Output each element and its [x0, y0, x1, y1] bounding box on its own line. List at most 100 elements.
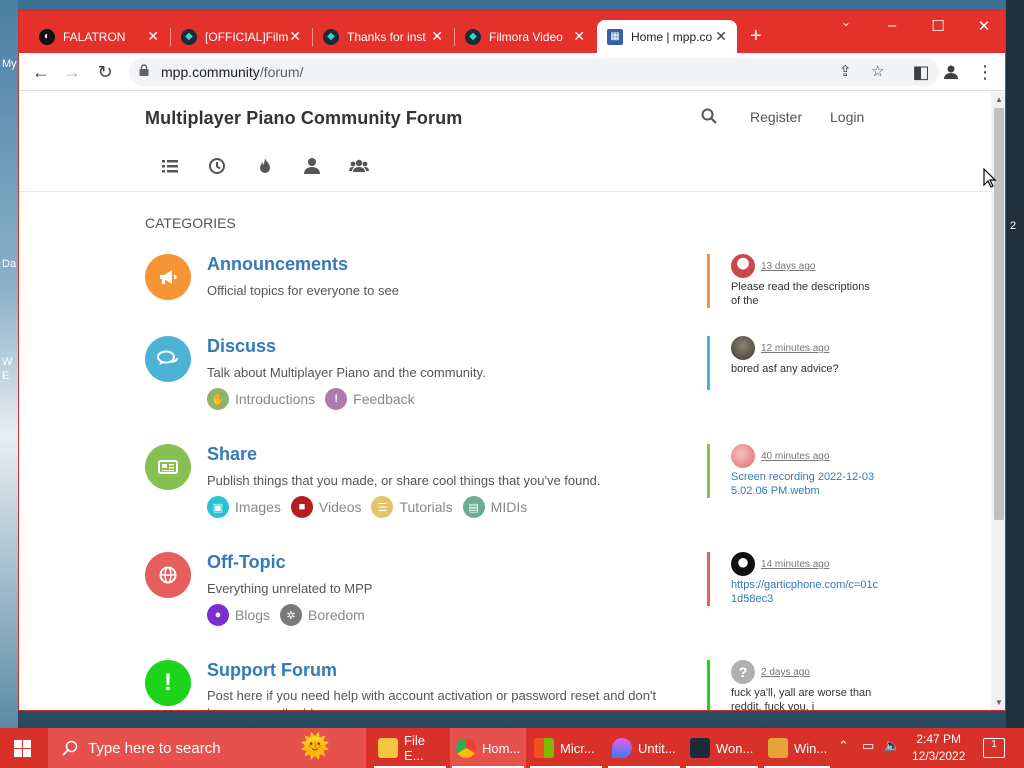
subcategory-tutorials[interactable]: ☰ Tutorials — [371, 496, 453, 518]
groups-icon[interactable] — [349, 156, 369, 176]
falatron-icon: ◐ — [39, 28, 55, 45]
taskbar-app-file-explorer[interactable]: File E... — [372, 728, 448, 768]
popular-fire-icon[interactable] — [255, 156, 275, 176]
teaser-time[interactable]: 12 minutes ago — [761, 343, 829, 354]
taskbar-app-chrome[interactable]: Hom... — [450, 728, 526, 768]
forum-page: Multiplayer Piano Community Forum Regist… — [19, 92, 991, 710]
tab-official-filmora[interactable]: ◆ [OFFICIAL]Film ✕ — [171, 20, 311, 53]
categories-list-icon[interactable] — [160, 156, 180, 176]
close-icon[interactable]: ✕ — [715, 28, 727, 45]
new-tab-button[interactable]: + — [750, 25, 762, 48]
desktop-label[interactable]: E — [2, 370, 9, 382]
reload-icon[interactable]: ↻ — [94, 61, 116, 83]
chevron-up-icon[interactable]: ⌃ — [838, 738, 849, 754]
category-description: Publish things that you made, or share c… — [207, 473, 601, 488]
address-bar[interactable]: mpp.community/forum/ ⇪ ☆ — [129, 58, 939, 86]
volume-icon[interactable]: 🔈 — [884, 738, 900, 754]
avatar[interactable] — [731, 336, 755, 360]
scroll-down-icon[interactable]: ▼ — [995, 698, 1003, 707]
desktop-label[interactable]: W — [2, 356, 12, 368]
forward-icon[interactable]: → — [61, 61, 83, 83]
users-icon[interactable] — [302, 156, 322, 176]
taskbar-app-windows-media[interactable]: Win... — [762, 728, 832, 768]
subcategory-boredom[interactable]: ✲ Boredom — [280, 604, 365, 626]
taskbar-search-placeholder: Type here to search — [88, 740, 221, 757]
teaser-time[interactable]: 13 days ago — [761, 261, 816, 272]
recent-clock-icon[interactable] — [207, 156, 227, 176]
subcategory-feedback[interactable]: ! Feedback — [325, 388, 415, 410]
mouse-cursor-icon — [983, 168, 997, 188]
comments-icon[interactable] — [145, 336, 191, 382]
sidebar-icon[interactable]: ◧ — [910, 61, 932, 83]
exclamation-icon[interactable]: ! — [145, 660, 191, 706]
tab-filmora-video[interactable]: ◆ Filmora Video ✕ — [455, 20, 595, 53]
hand-icon: ✋ — [207, 388, 229, 410]
login-link[interactable]: Login — [830, 109, 864, 125]
close-icon[interactable]: ✕ — [289, 28, 301, 45]
subcategory-introductions[interactable]: ✋ Introductions — [207, 388, 315, 410]
taskbar-app-wondershare[interactable]: Won... — [684, 728, 760, 768]
tab-thanks-for-install[interactable]: ◆ Thanks for inst ✕ — [313, 20, 453, 53]
site-title[interactable]: Multiplayer Piano Community Forum — [145, 108, 462, 129]
star-icon[interactable]: ☆ — [871, 62, 884, 80]
tab-falatron[interactable]: ◐ FALATRON ✕ — [29, 20, 169, 53]
taskbar-app-microsoft-store[interactable]: Micr... — [528, 728, 604, 768]
globe-icon[interactable] — [145, 552, 191, 598]
avatar[interactable] — [731, 444, 755, 468]
subcategory-label: Boredom — [308, 607, 365, 623]
menu-icon[interactable]: ⋮ — [974, 61, 996, 83]
subcategory-blogs[interactable]: ● Blogs — [207, 604, 270, 626]
taskbar-search[interactable]: Type here to search 🌞 — [48, 728, 366, 768]
register-link[interactable]: Register — [750, 109, 802, 125]
teaser-time[interactable]: 40 minutes ago — [761, 451, 829, 462]
taskbar-app-label: File E... — [404, 733, 425, 763]
avatar[interactable] — [731, 254, 755, 278]
chevron-down-icon[interactable]: ⌄ — [831, 15, 861, 29]
avatar[interactable]: ? — [731, 660, 755, 684]
subcategory-label: Videos — [318, 499, 362, 515]
search-icon — [62, 740, 78, 756]
back-icon[interactable]: ← — [30, 61, 52, 83]
desktop-label[interactable]: Da — [2, 258, 16, 270]
windows-start-icon[interactable] — [14, 740, 31, 757]
maximize-icon[interactable]: ☐ — [923, 17, 953, 35]
desktop-label[interactable]: My — [2, 58, 17, 70]
close-icon[interactable]: ✕ — [431, 28, 443, 45]
category-title[interactable]: Support Forum — [207, 660, 337, 681]
subcategory-midis[interactable]: ▤ MIDIs — [462, 496, 527, 518]
close-window-icon[interactable]: ✕ — [969, 17, 999, 35]
taskbar-app-paint[interactable]: Untit... — [606, 728, 682, 768]
close-icon[interactable]: ✕ — [573, 28, 585, 45]
search-icon[interactable] — [701, 108, 717, 124]
scroll-up-icon[interactable]: ▲ — [995, 95, 1003, 104]
category-description: Post here if you need help with account … — [207, 688, 657, 710]
category-title[interactable]: Discuss — [207, 336, 276, 357]
teaser-text[interactable]: bored asf any advice? — [731, 362, 881, 376]
teaser-text[interactable]: Please read the descriptions of the — [731, 280, 881, 308]
teaser-time[interactable]: 2 days ago — [761, 667, 810, 678]
category-title[interactable]: Share — [207, 444, 257, 465]
profile-icon[interactable] — [943, 64, 959, 80]
category-title[interactable]: Off-Topic — [207, 552, 286, 573]
video-icon: ■ — [290, 496, 313, 518]
teaser-text[interactable]: https://garticphone.com/c=01c1d58ec3 — [731, 578, 881, 606]
notification-icon[interactable]: 1 — [983, 738, 1005, 758]
category-title[interactable]: Announcements — [207, 254, 348, 275]
teaser-text[interactable]: fuck ya'll, yall are worse than reddit. … — [731, 686, 881, 710]
close-icon[interactable]: ✕ — [147, 28, 159, 45]
taskbar-clock[interactable]: 2:47 PM 12/3/2022 — [912, 731, 965, 765]
avatar[interactable] — [731, 552, 755, 576]
spinner-icon: ✲ — [280, 604, 303, 626]
network-icon[interactable]: ▭ — [862, 738, 874, 754]
newspaper-icon[interactable] — [145, 444, 191, 490]
teaser-time[interactable]: 14 minutes ago — [761, 559, 829, 570]
tab-label: FALATRON — [63, 29, 126, 44]
subcategory-videos[interactable]: ■ Videos — [290, 496, 362, 518]
teaser-text[interactable]: Screen recording 2022-12-03 5.02.06 PM.w… — [731, 470, 881, 498]
share-icon[interactable]: ⇪ — [839, 62, 852, 80]
tab-mpp-home[interactable]: ▦ Home | mpp.co ✕ — [597, 20, 737, 53]
subcategory-images[interactable]: ▣ Images — [207, 496, 281, 518]
list-icon: ☰ — [371, 496, 394, 518]
minimize-icon[interactable]: – — [877, 17, 907, 34]
megaphone-icon[interactable] — [145, 254, 191, 300]
